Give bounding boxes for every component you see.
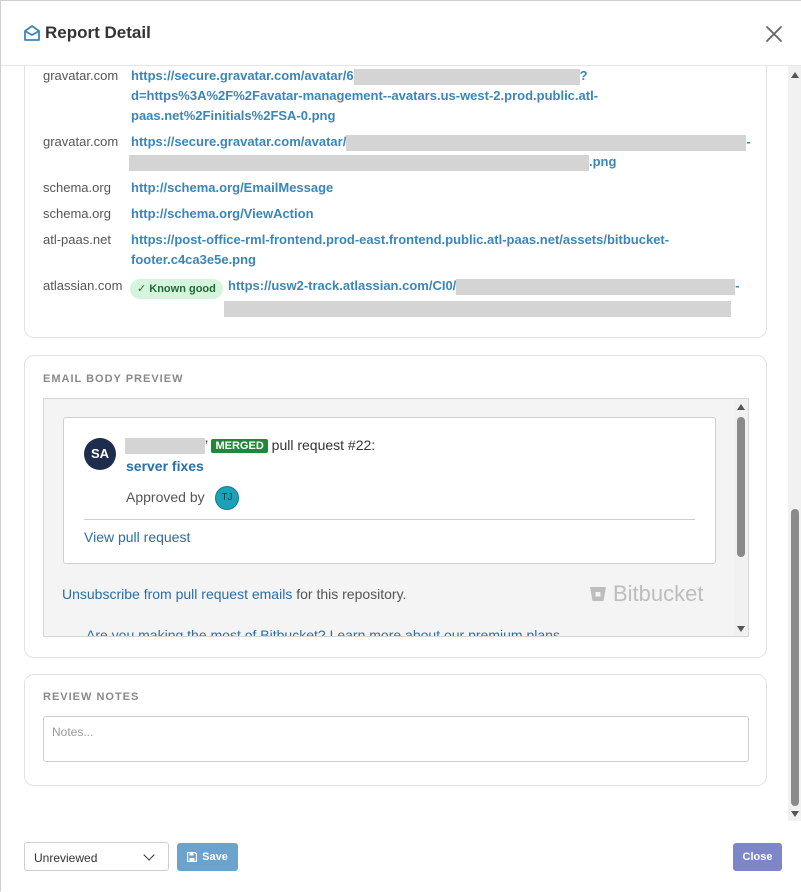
scroll-up-arrow-icon[interactable] — [791, 72, 799, 78]
link-url-cont[interactable] — [224, 298, 731, 318]
notes-input[interactable] — [43, 716, 749, 762]
redacted-block — [224, 300, 731, 317]
save-label: Save — [202, 851, 228, 863]
link-url[interactable]: http://schema.org/EmailMessage — [131, 178, 333, 198]
scroll-up-arrow-icon[interactable] — [737, 404, 745, 410]
modal-header: Report Detail — [1, 1, 801, 66]
email-preview-section: EMAIL BODY PREVIEW SA ’ MERGED pull requ… — [24, 355, 767, 658]
scroll-thumb[interactable] — [791, 509, 799, 806]
link-url[interactable]: https://usw2-track.atlassian.com/CI0/- — [228, 276, 740, 296]
link-url-cont[interactable]: .png — [129, 152, 616, 172]
divider — [84, 519, 695, 520]
modal-scrollbar[interactable] — [788, 66, 801, 821]
pr-title-link[interactable]: server fixes — [126, 458, 204, 474]
redacted-block — [125, 438, 205, 455]
avatar: SA — [84, 438, 116, 470]
link-url-cont[interactable]: footer.c4ca3e5e.png — [131, 250, 256, 270]
envelope-open-icon — [24, 25, 40, 41]
view-pull-request-link[interactable]: View pull request — [84, 529, 190, 545]
redacted-block — [346, 134, 747, 151]
link-domain: atl-paas.net — [43, 232, 111, 247]
link-url[interactable]: https://secure.gravatar.com/avatar/6? — [131, 66, 588, 86]
modal-title: Report Detail — [45, 23, 151, 42]
save-button[interactable]: Save — [177, 843, 238, 871]
bitbucket-logo: Bitbucket — [589, 581, 704, 607]
redacted-block — [353, 68, 580, 85]
brand-name: Bitbucket — [613, 581, 704, 606]
scroll-down-arrow-icon[interactable] — [791, 811, 799, 817]
section-label: EMAIL BODY PREVIEW — [43, 373, 184, 385]
chevron-down-icon — [143, 849, 155, 861]
review-status-value: Unreviewed — [34, 851, 98, 865]
close-button[interactable]: Close — [733, 843, 782, 871]
link-domain: schema.org — [43, 180, 111, 195]
link-domain: atlassian.com — [43, 278, 123, 293]
link-domain: gravatar.com — [43, 134, 119, 149]
preview-scrollbar[interactable] — [734, 399, 748, 636]
floppy-disk-icon — [187, 852, 198, 862]
premium-plans-link[interactable]: Are you making the most of Bitbucket? Le… — [86, 627, 560, 636]
modal-footer: Unreviewed Save Close — [1, 821, 801, 892]
scroll-thumb[interactable] — [737, 417, 745, 557]
redacted-block — [129, 154, 589, 171]
link-url[interactable]: http://schema.org/ViewAction — [131, 204, 314, 224]
pull-request-card: SA ’ MERGED pull request #22: server fix… — [63, 417, 716, 564]
link-url[interactable]: https://secure.gravatar.com/avatar/- — [131, 132, 751, 152]
link-url-cont[interactable]: paas.net%2Finitials%2FSA-0.png — [131, 106, 335, 126]
redacted-block — [456, 278, 736, 295]
review-notes-section: REVIEW NOTES — [24, 674, 767, 786]
pr-action-text: pull request #22: — [271, 437, 376, 453]
known-good-badge: ✓ Known good — [130, 279, 223, 299]
bitbucket-icon — [590, 587, 606, 601]
email-preview-frame[interactable]: SA ’ MERGED pull request #22: server fix… — [43, 398, 749, 637]
approved-by-label: Approved by — [126, 489, 205, 505]
close-icon[interactable] — [763, 23, 785, 45]
merged-badge: MERGED — [211, 439, 268, 454]
section-label: REVIEW NOTES — [43, 691, 140, 703]
unsubscribe-line: Unsubscribe from pull request emails for… — [62, 586, 406, 602]
link-url-cont[interactable]: d=https%3A%2F%2Favatar-management--avata… — [131, 86, 598, 106]
link-domain: gravatar.com — [43, 68, 119, 83]
link-domain: schema.org — [43, 206, 111, 221]
unsubscribe-link[interactable]: Unsubscribe from pull request emails — [62, 586, 292, 602]
modal-body[interactable]: gravatar.com https://secure.gravatar.com… — [1, 66, 789, 821]
report-detail-modal: Report Detail gravatar.com https://secur… — [0, 0, 801, 892]
review-status-select[interactable]: Unreviewed — [24, 842, 169, 871]
scroll-down-arrow-icon[interactable] — [737, 626, 745, 632]
link-url[interactable]: https://post-office-rml-frontend.prod-ea… — [131, 230, 669, 250]
pr-action-line: ’ MERGED pull request #22: — [125, 437, 376, 455]
approver-avatar: TJ — [215, 486, 239, 510]
unsubscribe-rest: for this repository. — [296, 586, 407, 602]
